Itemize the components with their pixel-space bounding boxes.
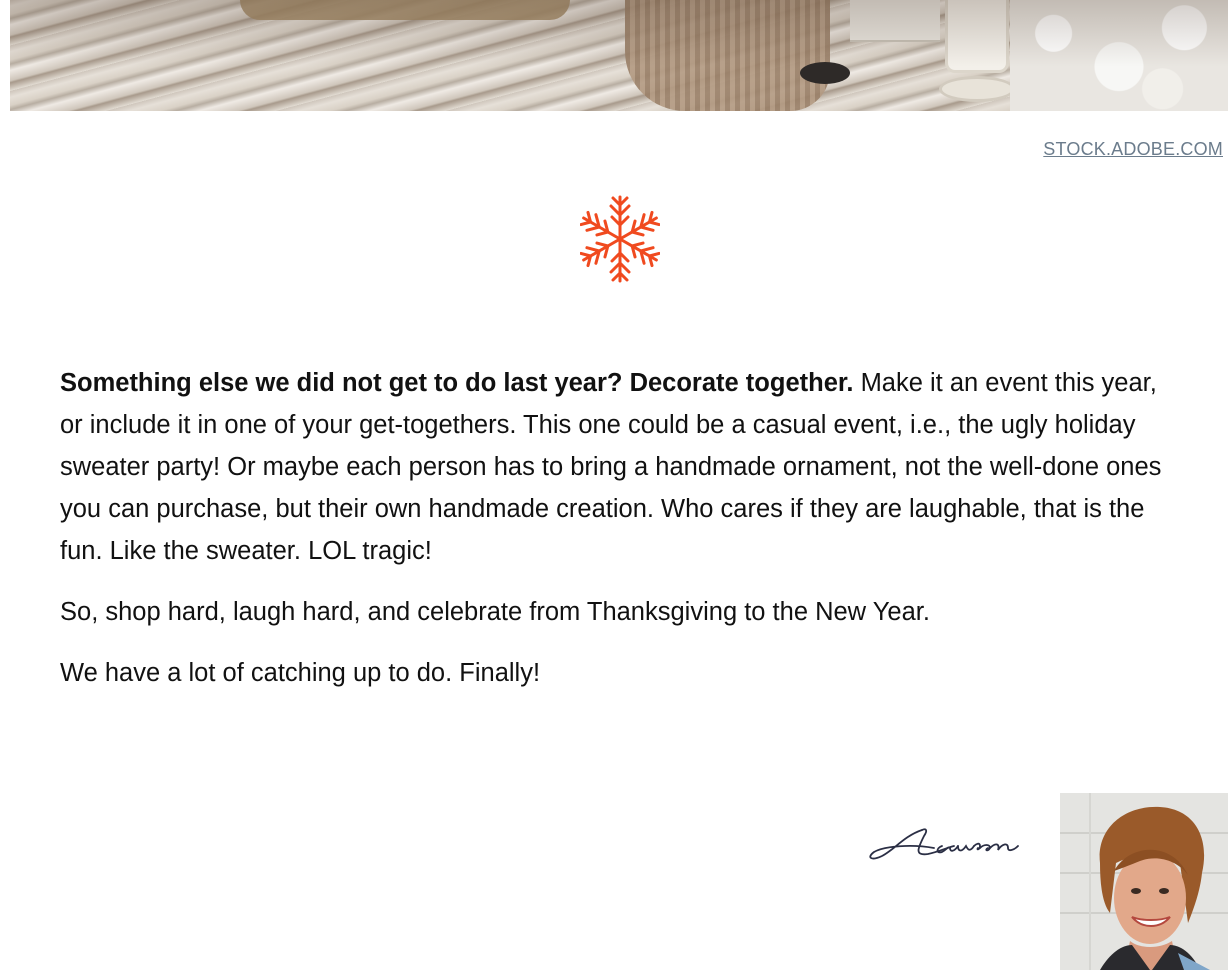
paragraph-body: Make it an event this year, or include i… xyxy=(60,369,1162,565)
article-body: Something else we did not get to do last… xyxy=(60,362,1170,713)
paragraph-decorate: Something else we did not get to do last… xyxy=(60,362,1170,572)
page: STOCK.ADOBE.COM Something else we did no… xyxy=(0,0,1228,970)
paragraph-catching-up: We have a lot of catching up to do. Fina… xyxy=(60,659,541,687)
photo-credit-link[interactable]: STOCK.ADOBE.COM xyxy=(1043,139,1223,160)
author-photo xyxy=(1060,793,1228,970)
author-portrait xyxy=(1060,793,1228,970)
hero-photo xyxy=(10,0,1228,111)
snowflake-icon xyxy=(580,195,660,283)
author-signature xyxy=(869,828,1019,860)
paragraph-shop: So, shop hard, laugh hard, and celebrate… xyxy=(60,598,930,626)
paragraph-lead: Something else we did not get to do last… xyxy=(60,369,854,397)
